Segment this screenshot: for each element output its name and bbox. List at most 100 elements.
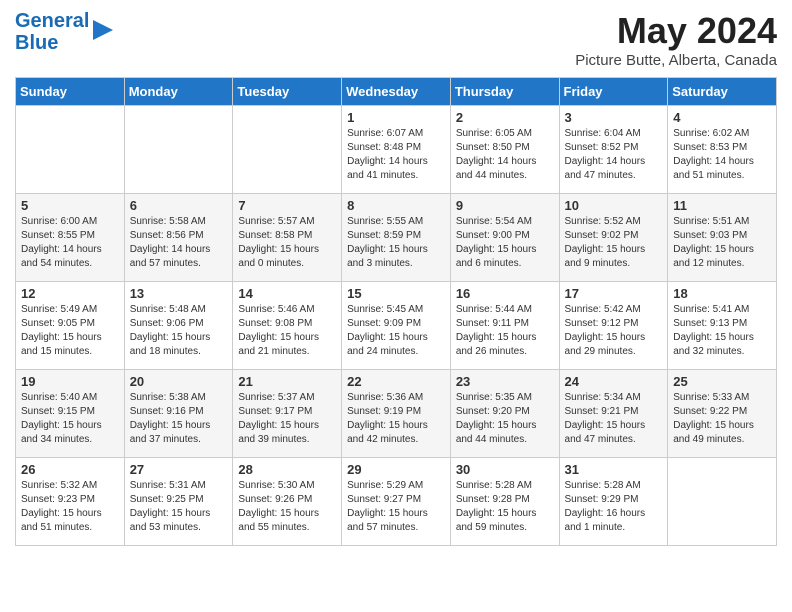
- day-number: 5: [21, 198, 119, 213]
- header: GeneralBlue May 2024 Picture Butte, Albe…: [15, 10, 777, 69]
- calendar-cell: 11Sunrise: 5:51 AMSunset: 9:03 PMDayligh…: [668, 194, 777, 282]
- day-number: 19: [21, 374, 119, 389]
- day-number: 27: [130, 462, 228, 477]
- cell-info: Sunrise: 5:34 AMSunset: 9:21 PMDaylight:…: [565, 391, 663, 447]
- location-subtitle: Picture Butte, Alberta, Canada: [575, 52, 777, 69]
- cell-info: Sunrise: 5:44 AMSunset: 9:11 PMDaylight:…: [456, 303, 554, 359]
- week-row-5: 26Sunrise: 5:32 AMSunset: 9:23 PMDayligh…: [16, 458, 777, 546]
- day-number: 6: [130, 198, 228, 213]
- calendar-cell: 23 Sunrise: 5:35 AMSunset: 9:20 PMDayligh…: [450, 370, 559, 458]
- calendar-cell: 7 Sunrise: 5:57 AMSunset: 8:58 PMDaylight…: [233, 194, 342, 282]
- logo-arrow-icon: [93, 20, 113, 40]
- cell-info: Sunrise: 6:00 AMSunset: 8:55 PMDaylight:…: [21, 215, 119, 271]
- day-number: 18: [673, 286, 771, 301]
- calendar-cell: 9 Sunrise: 5:54 AMSunset: 9:00 PMDaylight…: [450, 194, 559, 282]
- calendar-cell: 16 Sunrise: 5:44 AMSunset: 9:11 PMDayligh…: [450, 282, 559, 370]
- calendar-cell: 30 Sunrise: 5:28 AMSunset: 9:28 PMDayligh…: [450, 458, 559, 546]
- calendar-cell: 13Sunrise: 5:48 AMSunset: 9:06 PMDayligh…: [124, 282, 233, 370]
- day-header-thursday: Thursday: [450, 78, 559, 106]
- cell-info: Sunrise: 5:48 AMSunset: 9:06 PMDaylight:…: [130, 303, 228, 359]
- calendar-table: SundayMondayTuesdayWednesdayThursdayFrid…: [15, 77, 777, 546]
- day-number: 15: [347, 286, 445, 301]
- calendar-cell: 28 Sunrise: 5:30 AMSunset: 9:26 PMDayligh…: [233, 458, 342, 546]
- day-headers: SundayMondayTuesdayWednesdayThursdayFrid…: [16, 78, 777, 106]
- cell-info: Sunrise: 5:40 AMSunset: 9:15 PMDaylight:…: [21, 391, 119, 447]
- logo: GeneralBlue: [15, 10, 113, 54]
- week-row-4: 19 Sunrise: 5:40 AMSunset: 9:15 PMDayligh…: [16, 370, 777, 458]
- calendar-cell: 22 Sunrise: 5:36 AMSunset: 9:19 PMDayligh…: [342, 370, 451, 458]
- calendar-cell: 31 Sunrise: 5:28 AMSunset: 9:29 PMDayligh…: [559, 458, 668, 546]
- cell-info: Sunrise: 6:07 AMSunset: 8:48 PMDaylight:…: [347, 127, 445, 183]
- calendar-cell: 15 Sunrise: 5:45 AMSunset: 9:09 PMDayligh…: [342, 282, 451, 370]
- day-number: 17: [565, 286, 663, 301]
- cell-info: Sunrise: 5:55 AMSunset: 8:59 PMDaylight:…: [347, 215, 445, 271]
- cell-info: Sunrise: 5:45 AMSunset: 9:09 PMDaylight:…: [347, 303, 445, 359]
- cell-info: Sunrise: 5:28 AMSunset: 9:28 PMDaylight:…: [456, 479, 554, 535]
- calendar-cell: [16, 106, 125, 194]
- day-number: 31: [565, 462, 663, 477]
- cell-info: Sunrise: 5:35 AMSunset: 9:20 PMDaylight:…: [456, 391, 554, 447]
- calendar-cell: 29 Sunrise: 5:29 AMSunset: 9:27 PMDayligh…: [342, 458, 451, 546]
- day-number: 23: [456, 374, 554, 389]
- day-number: 29: [347, 462, 445, 477]
- day-number: 22: [347, 374, 445, 389]
- cell-info: Sunrise: 5:57 AMSunset: 8:58 PMDaylight:…: [238, 215, 336, 271]
- day-header-sunday: Sunday: [16, 78, 125, 106]
- day-number: 12: [21, 286, 119, 301]
- day-header-tuesday: Tuesday: [233, 78, 342, 106]
- cell-info: Sunrise: 5:29 AMSunset: 9:27 PMDaylight:…: [347, 479, 445, 535]
- day-number: 16: [456, 286, 554, 301]
- calendar-cell: 18Sunrise: 5:41 AMSunset: 9:13 PMDayligh…: [668, 282, 777, 370]
- calendar-cell: 14Sunrise: 5:46 AMSunset: 9:08 PMDayligh…: [233, 282, 342, 370]
- calendar-cell: 4 Sunrise: 6:02 AMSunset: 8:53 PMDaylight…: [668, 106, 777, 194]
- day-number: 1: [347, 110, 445, 125]
- cell-info: Sunrise: 5:38 AMSunset: 9:16 PMDaylight:…: [130, 391, 228, 447]
- day-number: 10: [565, 198, 663, 213]
- cell-info: Sunrise: 5:54 AMSunset: 9:00 PMDaylight:…: [456, 215, 554, 271]
- calendar-cell: 24Sunrise: 5:34 AMSunset: 9:21 PMDayligh…: [559, 370, 668, 458]
- calendar-cell: 20Sunrise: 5:38 AMSunset: 9:16 PMDayligh…: [124, 370, 233, 458]
- day-header-monday: Monday: [124, 78, 233, 106]
- cell-info: Sunrise: 5:28 AMSunset: 9:29 PMDaylight:…: [565, 479, 663, 535]
- calendar-cell: 25 Sunrise: 5:33 AMSunset: 9:22 PMDayligh…: [668, 370, 777, 458]
- day-number: 7: [238, 198, 336, 213]
- calendar-cell: 10 Sunrise: 5:52 AMSunset: 9:02 PMDayligh…: [559, 194, 668, 282]
- cell-info: Sunrise: 5:37 AMSunset: 9:17 PMDaylight:…: [238, 391, 336, 447]
- week-row-2: 5 Sunrise: 6:00 AMSunset: 8:55 PMDaylight…: [16, 194, 777, 282]
- calendar-cell: 26Sunrise: 5:32 AMSunset: 9:23 PMDayligh…: [16, 458, 125, 546]
- week-row-3: 12 Sunrise: 5:49 AMSunset: 9:05 PMDayligh…: [16, 282, 777, 370]
- cell-info: Sunrise: 6:02 AMSunset: 8:53 PMDaylight:…: [673, 127, 771, 183]
- day-number: 28: [238, 462, 336, 477]
- week-row-1: 1 Sunrise: 6:07 AMSunset: 8:48 PMDaylight…: [16, 106, 777, 194]
- calendar-cell: 19 Sunrise: 5:40 AMSunset: 9:15 PMDayligh…: [16, 370, 125, 458]
- title-block: May 2024 Picture Butte, Alberta, Canada: [575, 10, 777, 69]
- month-title: May 2024: [575, 10, 777, 52]
- calendar-cell: [668, 458, 777, 546]
- day-number: 26: [21, 462, 119, 477]
- cell-info: Sunrise: 5:46 AMSunset: 9:08 PMDaylight:…: [238, 303, 336, 359]
- calendar-cell: [124, 106, 233, 194]
- day-header-saturday: Saturday: [668, 78, 777, 106]
- day-number: 3: [565, 110, 663, 125]
- day-number: 8: [347, 198, 445, 213]
- cell-info: Sunrise: 5:33 AMSunset: 9:22 PMDaylight:…: [673, 391, 771, 447]
- day-number: 9: [456, 198, 554, 213]
- calendar-cell: 27Sunrise: 5:31 AMSunset: 9:25 PMDayligh…: [124, 458, 233, 546]
- cell-info: Sunrise: 5:49 AMSunset: 9:05 PMDaylight:…: [21, 303, 119, 359]
- cell-info: Sunrise: 5:42 AMSunset: 9:12 PMDaylight:…: [565, 303, 663, 359]
- day-number: 11: [673, 198, 771, 213]
- day-number: 30: [456, 462, 554, 477]
- calendar-cell: 6Sunrise: 5:58 AMSunset: 8:56 PMDaylight…: [124, 194, 233, 282]
- day-number: 25: [673, 374, 771, 389]
- cell-info: Sunrise: 5:36 AMSunset: 9:19 PMDaylight:…: [347, 391, 445, 447]
- cell-info: Sunrise: 6:05 AMSunset: 8:50 PMDaylight:…: [456, 127, 554, 183]
- cell-info: Sunrise: 6:04 AMSunset: 8:52 PMDaylight:…: [565, 127, 663, 183]
- cell-info: Sunrise: 5:52 AMSunset: 9:02 PMDaylight:…: [565, 215, 663, 271]
- day-number: 21: [238, 374, 336, 389]
- calendar-cell: 12 Sunrise: 5:49 AMSunset: 9:05 PMDayligh…: [16, 282, 125, 370]
- day-number: 2: [456, 110, 554, 125]
- day-number: 4: [673, 110, 771, 125]
- calendar-cell: 8 Sunrise: 5:55 AMSunset: 8:59 PMDaylight…: [342, 194, 451, 282]
- calendar-cell: [233, 106, 342, 194]
- cell-info: Sunrise: 5:30 AMSunset: 9:26 PMDaylight:…: [238, 479, 336, 535]
